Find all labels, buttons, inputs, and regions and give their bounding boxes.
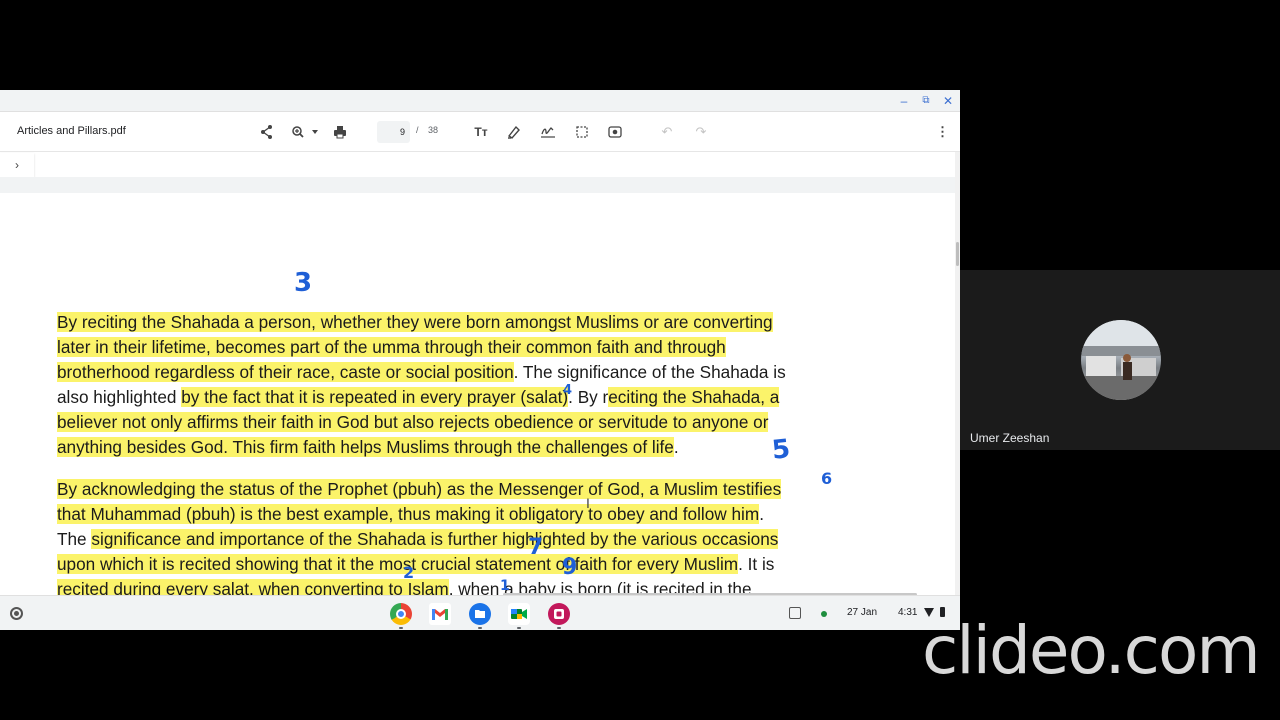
- highlighter-icon[interactable]: [507, 122, 521, 142]
- screencast-icon[interactable]: [548, 603, 570, 625]
- text-line: that Muhammad (pbuh) is the best example…: [57, 502, 877, 527]
- highlighted-text: recited during every salat, when convert…: [57, 579, 449, 595]
- text-line: The significance and importance of the S…: [57, 527, 877, 552]
- share-icon[interactable]: [260, 122, 274, 142]
- text-cursor-icon: I: [586, 495, 590, 511]
- text-line: also highlighted by the fact that it is …: [57, 385, 877, 410]
- highlighted-text: that Muhammad (pbuh) is the best example…: [57, 504, 760, 524]
- close-button[interactable]: ✕: [941, 94, 955, 108]
- chevron-right-icon: ›: [15, 158, 19, 172]
- page-separator: /: [416, 125, 419, 135]
- watermark-logo: clideo.com: [922, 612, 1261, 689]
- recording-indicator-icon: [821, 611, 827, 617]
- taskbar: 27 Jan 4:31: [0, 595, 960, 630]
- participant-name: Umer Zeeshan: [970, 431, 1050, 445]
- more-options-icon[interactable]: ⋮: [936, 122, 949, 142]
- title-bar: – ⧉ ✕: [0, 90, 960, 112]
- document-title: Articles and Pillars.pdf: [17, 125, 126, 137]
- holding-space-icon[interactable]: [789, 607, 801, 619]
- pdf-toolbar: Articles and Pillars.pdf 9 / 38 Tт ↶ ↷ ⋮: [0, 112, 960, 152]
- gmail-icon[interactable]: [429, 603, 451, 625]
- maximize-button[interactable]: ⧉: [919, 94, 933, 108]
- files-icon[interactable]: [469, 603, 491, 625]
- pdf-page: By reciting the Shahada a person, whethe…: [0, 193, 955, 595]
- pdf-viewer-window: – ⧉ ✕ Articles and Pillars.pdf 9 / 38 Tт: [0, 90, 960, 630]
- text-size-icon[interactable]: Tт: [473, 122, 489, 142]
- running-indicator: [478, 627, 482, 629]
- text-segment: .: [759, 504, 764, 524]
- tray-time[interactable]: 4:31: [898, 607, 917, 618]
- participant-avatar: [1081, 320, 1161, 400]
- text-line: later in their lifetime, becomes part of…: [57, 335, 877, 360]
- meet-icon[interactable]: [508, 603, 530, 625]
- page-gap: [0, 177, 960, 193]
- text-line: anything besides God. This firm faith he…: [57, 435, 877, 460]
- page-total: 38: [428, 125, 439, 135]
- zoom-icon[interactable]: [291, 122, 305, 142]
- text-line: upon which it is recited showing that it…: [57, 552, 877, 577]
- running-indicator: [517, 627, 521, 629]
- highlighted-text: By acknowledging the status of the Proph…: [57, 479, 782, 499]
- text-segment: . The significance of the Shahada is: [513, 362, 786, 382]
- paragraph-1: By reciting the Shahada a person, whethe…: [57, 310, 877, 460]
- signature-icon[interactable]: [540, 122, 556, 142]
- text-line: brotherhood regardless of their race, ca…: [57, 360, 877, 385]
- participant-tile[interactable]: Umer Zeeshan: [960, 270, 1280, 450]
- undo-icon[interactable]: ↶: [660, 122, 674, 142]
- running-indicator: [557, 627, 561, 629]
- text-segment: The: [57, 529, 92, 549]
- running-indicator: [399, 627, 403, 629]
- screen: – ⧉ ✕ Articles and Pillars.pdf 9 / 38 Tт: [0, 0, 1280, 720]
- paragraph-2: By acknowledging the status of the Proph…: [57, 477, 877, 595]
- highlighted-text: believer not only affirms their faith in…: [57, 412, 769, 432]
- select-icon[interactable]: [575, 122, 589, 142]
- print-icon[interactable]: [333, 122, 347, 142]
- text-segment: .: [673, 437, 679, 457]
- text-segment: . It is: [738, 554, 775, 574]
- highlighted-text: brotherhood regardless of their race, ca…: [57, 362, 514, 382]
- page-number-input[interactable]: 9: [377, 121, 410, 143]
- annotation-3: 3: [294, 268, 313, 298]
- highlighted-text: significance and importance of the Shaha…: [91, 529, 779, 549]
- highlighted-text: By reciting the Shahada a person, whethe…: [57, 312, 773, 332]
- highlighted-text: later in their lifetime, becomes part of…: [57, 337, 726, 357]
- text-line: By reciting the Shahada a person, whethe…: [57, 310, 877, 335]
- highlighted-text: eciting the Shahada, a: [608, 387, 780, 407]
- sidebar-toggle-button[interactable]: ›: [0, 153, 34, 177]
- zoom-dropdown-icon[interactable]: [310, 122, 320, 142]
- minimize-button[interactable]: –: [897, 94, 911, 108]
- launcher-icon[interactable]: [10, 607, 23, 620]
- text-line: By acknowledging the status of the Proph…: [57, 477, 877, 502]
- screenshot-icon[interactable]: [608, 122, 622, 142]
- chrome-icon[interactable]: [390, 603, 412, 625]
- highlighted-text: anything besides God. This firm faith he…: [57, 437, 674, 457]
- tray-date[interactable]: 27 Jan: [847, 607, 877, 618]
- text-segment: also highlighted: [57, 387, 182, 407]
- text-segment: . By r: [568, 387, 609, 407]
- scroll-thumb[interactable]: [956, 242, 959, 266]
- redo-icon[interactable]: ↷: [694, 122, 708, 142]
- highlighted-text: by the fact that it is repeated in every…: [181, 387, 569, 407]
- highlighted-text: upon which it is recited showing that it…: [57, 554, 739, 574]
- text-line: believer not only affirms their faith in…: [57, 410, 877, 435]
